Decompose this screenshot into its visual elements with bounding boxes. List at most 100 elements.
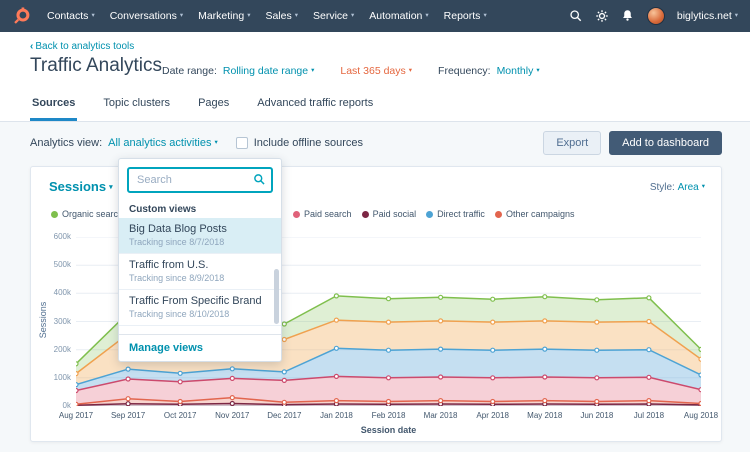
y-axis-tick: 500k (54, 260, 71, 269)
topnav-menu: Contacts▾ Conversations▾ Marketing▾ Sales▾ S… (47, 10, 502, 22)
analytics-view-dropdown-panel: Custom views Big Data Blog PostsTracking… (118, 158, 282, 362)
x-axis-tick: Jun 2018 (572, 411, 622, 420)
nav-item-automation[interactable]: Automation▾ (369, 10, 428, 22)
date-range-type-value: Rolling date range (223, 65, 308, 77)
nav-item-reports[interactable]: Reports▾ (444, 10, 487, 22)
legend-item-paid-social[interactable]: Paid social (362, 209, 417, 219)
chevron-down-icon: ▾ (311, 67, 314, 74)
analytics-view-dropdown[interactable]: All analytics activities▾ (108, 137, 218, 149)
tab-bar: Sources Topic clusters Pages Advanced traff… (30, 97, 375, 121)
legend-item-other-campaigns[interactable]: Other campaigns (495, 209, 575, 219)
page-header: ‹Back to analytics tools Traffic Analyti… (0, 32, 750, 122)
chevron-down-icon: ▾ (351, 12, 354, 19)
legend-dot (293, 211, 300, 218)
frequency-value: Monthly (497, 65, 534, 77)
legend-label: Paid search (304, 209, 352, 219)
chevron-down-icon: ▾ (735, 12, 738, 19)
nav-item-contacts[interactable]: Contacts▾ (47, 10, 95, 22)
x-axis-tick: Feb 2018 (364, 411, 414, 420)
custom-view-title: Traffic From Specific Brand (129, 295, 271, 307)
legend-dot (426, 211, 433, 218)
x-axis-tick: Apr 2018 (468, 411, 518, 420)
x-axis-title: Session date (76, 425, 701, 435)
nav-item-service[interactable]: Service▾ (313, 10, 354, 22)
chart-style-control: Style: Area▾ (650, 182, 705, 193)
custom-view-subtitle: Tracking since 8/9/2018 (129, 273, 271, 283)
dropdown-search-input[interactable] (127, 167, 273, 193)
chart-style-dropdown[interactable]: Area▾ (678, 182, 705, 193)
x-axis-tick: Aug 2017 (51, 411, 101, 420)
date-range-period-dropdown[interactable]: Last 365 days▾ (340, 65, 412, 77)
legend-item-paid-search[interactable]: Paid search (293, 209, 352, 219)
avatar[interactable] (647, 7, 665, 25)
export-button[interactable]: Export (543, 131, 601, 155)
chevron-down-icon: ▾ (425, 12, 428, 19)
custom-views-section-label: Custom views (119, 199, 281, 218)
custom-view-item-traffic-from-u-s[interactable]: Traffic from U.S. Tracking since 8/9/2018 (119, 254, 281, 290)
y-axis-tick: 300k (54, 317, 71, 326)
account-name: biglytics.net (677, 10, 732, 22)
topnav-right-cluster: biglytics.net▾ (569, 7, 738, 25)
manage-views-link[interactable]: Manage views (119, 334, 281, 361)
search-icon (253, 173, 266, 186)
y-axis-tick: 200k (54, 345, 71, 354)
chevron-down-icon: ▾ (295, 12, 298, 19)
custom-view-title: Traffic from U.S. (129, 259, 271, 271)
notifications-bell-icon[interactable] (621, 9, 635, 23)
x-axis-tick: Jan 2018 (311, 411, 361, 420)
include-offline-sources-checkbox[interactable] (236, 137, 248, 149)
y-axis-title: Sessions (38, 290, 48, 350)
top-navigation: Contacts▾ Conversations▾ Marketing▾ Sales▾ S… (0, 0, 750, 32)
toolbar-actions: Export Add to dashboard (543, 131, 722, 155)
analytics-toolbar: Analytics view: All analytics activities… (30, 131, 722, 155)
x-axis-tick: Oct 2017 (155, 411, 205, 420)
chevron-down-icon: ▾ (91, 12, 94, 19)
chevron-down-icon: ▾ (536, 67, 539, 74)
chevron-down-icon: ▾ (483, 12, 486, 19)
date-range-label: Date range: (162, 65, 217, 77)
back-link-label: Back to analytics tools (35, 41, 134, 52)
hubspot-logo-icon[interactable] (12, 7, 31, 26)
dropdown-scrollbar[interactable] (274, 269, 279, 324)
legend-dot (362, 211, 369, 218)
search-icon[interactable] (569, 9, 583, 23)
add-to-dashboard-button[interactable]: Add to dashboard (609, 131, 722, 155)
account-menu[interactable]: biglytics.net▾ (677, 10, 738, 22)
x-axis-tick: Aug 2018 (676, 411, 726, 420)
include-offline-sources-label: Include offline sources (254, 137, 363, 149)
nav-item-sales[interactable]: Sales▾ (265, 10, 298, 22)
tab-pages[interactable]: Pages (196, 97, 231, 121)
date-range-type-dropdown[interactable]: Rolling date range▾ (223, 65, 315, 77)
page-title: Traffic Analytics (30, 55, 162, 77)
nav-item-marketing[interactable]: Marketing▾ (198, 10, 250, 22)
chevron-down-icon: ▾ (409, 67, 412, 74)
chevron-down-icon: ▾ (702, 183, 705, 190)
legend-dot (495, 211, 502, 218)
x-axis-tick: Nov 2017 (207, 411, 257, 420)
tab-advanced-traffic-reports[interactable]: Advanced traffic reports (255, 97, 375, 121)
tab-topic-clusters[interactable]: Topic clusters (101, 97, 172, 121)
custom-view-subtitle: Tracking since 8/10/2018 (129, 309, 271, 319)
analytics-view-value: All analytics activities (108, 137, 211, 149)
dropdown-search (119, 159, 281, 199)
custom-view-title: Big Data Blog Posts (129, 223, 271, 235)
custom-view-item-big-data-blog-posts[interactable]: Big Data Blog PostsTracking since 8/7/20… (119, 218, 281, 254)
tab-sources[interactable]: Sources (30, 97, 77, 121)
nav-item-conversations[interactable]: Conversations▾ (110, 10, 183, 22)
legend-label: Direct traffic (437, 209, 485, 219)
legend-item-direct-traffic[interactable]: Direct traffic (426, 209, 485, 219)
back-link[interactable]: ‹Back to analytics tools (30, 41, 134, 52)
legend-label: Organic search (62, 209, 123, 219)
chevron-down-icon: ▾ (247, 12, 250, 19)
x-axis-tick: Sep 2017 (103, 411, 153, 420)
style-label: Style: (650, 182, 675, 193)
x-axis-tick: Mar 2018 (416, 411, 466, 420)
custom-view-item-traffic-from-specific-brand[interactable]: Traffic From Specific Brand Tracking sinc… (119, 290, 281, 326)
y-axis-tick: 400k (54, 288, 71, 297)
y-axis-tick: 0k (63, 401, 71, 410)
x-axis-tick: Jul 2018 (624, 411, 674, 420)
frequency-dropdown[interactable]: Monthly▾ (497, 65, 540, 77)
settings-gear-icon[interactable] (595, 9, 609, 23)
chevron-down-icon: ▾ (214, 139, 217, 146)
y-axis-tick: 100k (54, 373, 71, 382)
